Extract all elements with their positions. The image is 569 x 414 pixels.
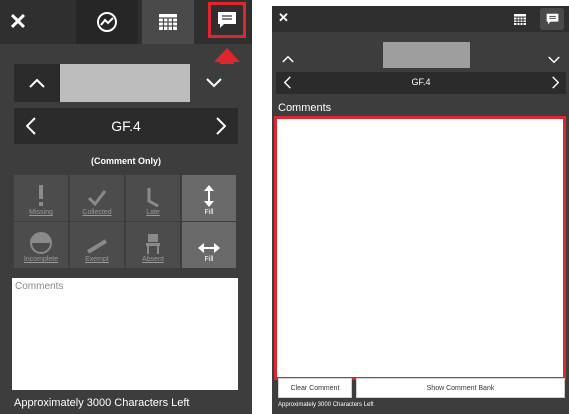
chevron-down-icon bbox=[548, 56, 560, 64]
comment-button[interactable] bbox=[208, 2, 246, 38]
close-icon: ✕ bbox=[278, 10, 289, 25]
top-toolbar: ✕ bbox=[0, 0, 252, 44]
mobile-panel-right: ✕ GF.4 Comments Clear Comment Show Comme… bbox=[272, 6, 569, 414]
comment-icon bbox=[218, 12, 236, 28]
tile-label: Exempt bbox=[85, 256, 109, 263]
fill-horizontal-tile[interactable]: Fill bbox=[182, 222, 236, 268]
clear-comment-button[interactable]: Clear Comment bbox=[278, 378, 352, 398]
comments-heading: Comments bbox=[278, 102, 332, 114]
close-button[interactable]: ✕ bbox=[0, 0, 36, 44]
characters-left: Approximately 3000 Characters Left bbox=[278, 402, 374, 408]
comment-icon bbox=[546, 13, 558, 25]
chevron-up-icon bbox=[282, 55, 294, 63]
comments-placeholder: Comments bbox=[15, 281, 64, 292]
trend-icon bbox=[97, 12, 117, 32]
assignment-nav-row: GF.4 bbox=[14, 108, 238, 144]
missing-tile[interactable]: Missing bbox=[14, 175, 68, 221]
previous-student-button[interactable] bbox=[14, 64, 60, 102]
student-photo bbox=[60, 64, 190, 102]
chevron-right-icon bbox=[216, 117, 226, 135]
grid-view-button[interactable] bbox=[142, 0, 194, 44]
grid-icon bbox=[514, 14, 526, 25]
horizontal-arrows-icon bbox=[198, 243, 220, 253]
chair-icon bbox=[146, 234, 160, 254]
assignment-nav-row: GF.4 bbox=[276, 72, 566, 94]
student-photo bbox=[383, 42, 470, 68]
next-assignment-button[interactable] bbox=[552, 76, 560, 94]
late-tile[interactable]: Late bbox=[126, 175, 180, 221]
tile-label: Late bbox=[146, 209, 160, 216]
incomplete-tile[interactable]: Incomplete bbox=[14, 222, 68, 268]
top-toolbar: ✕ bbox=[272, 6, 569, 32]
tile-label: Fill bbox=[204, 209, 214, 216]
chevron-left-icon bbox=[26, 117, 36, 135]
previous-assignment-button[interactable] bbox=[14, 108, 48, 144]
grid-icon bbox=[159, 14, 177, 30]
vertical-arrows-icon bbox=[204, 185, 214, 207]
characters-left: Approximately 3000 Characters Left bbox=[14, 397, 190, 409]
chevron-down-icon bbox=[206, 78, 222, 88]
tile-label: Fill bbox=[204, 256, 214, 263]
mobile-panel-left: ✕ GF.4 (Comment Only) Missing Collected … bbox=[0, 0, 252, 414]
chevron-right-icon bbox=[552, 76, 560, 89]
tile-label: Missing bbox=[29, 209, 53, 216]
check-icon bbox=[87, 190, 107, 207]
next-student-button[interactable] bbox=[190, 64, 238, 102]
comment-button[interactable] bbox=[540, 8, 564, 30]
tile-label: Absent bbox=[142, 256, 164, 263]
absent-tile[interactable]: Absent bbox=[126, 222, 180, 268]
student-nav-row bbox=[276, 42, 566, 68]
close-icon: ✕ bbox=[8, 9, 28, 34]
late-icon bbox=[147, 188, 159, 207]
assignment-label: GF.4 bbox=[411, 77, 431, 87]
half-circle-icon bbox=[30, 232, 52, 254]
fill-vertical-tile[interactable]: Fill bbox=[182, 175, 236, 221]
next-student-button[interactable] bbox=[548, 51, 560, 69]
exempt-tile[interactable]: Exempt bbox=[70, 222, 124, 268]
comments-field[interactable]: Comments bbox=[12, 278, 238, 390]
tile-label: Incomplete bbox=[23, 256, 59, 263]
tile-label: Collected bbox=[82, 209, 112, 216]
student-nav-row bbox=[14, 64, 238, 102]
trend-button[interactable] bbox=[76, 0, 138, 44]
previous-student-button[interactable] bbox=[282, 50, 294, 68]
chevron-up-icon bbox=[29, 78, 45, 88]
close-button[interactable]: ✕ bbox=[278, 10, 289, 26]
next-assignment-button[interactable] bbox=[204, 108, 238, 144]
show-comment-bank-button[interactable]: Show Comment Bank bbox=[356, 378, 565, 398]
mode-label: (Comment Only) bbox=[90, 156, 161, 166]
comments-field[interactable] bbox=[274, 116, 566, 380]
collected-tile[interactable]: Collected bbox=[70, 175, 124, 221]
assignment-label: GF.4 bbox=[48, 108, 204, 144]
exclamation-icon bbox=[39, 185, 43, 206]
slash-icon bbox=[86, 239, 108, 254]
highlight-arrow bbox=[214, 48, 240, 62]
grid-view-button[interactable] bbox=[514, 12, 526, 30]
